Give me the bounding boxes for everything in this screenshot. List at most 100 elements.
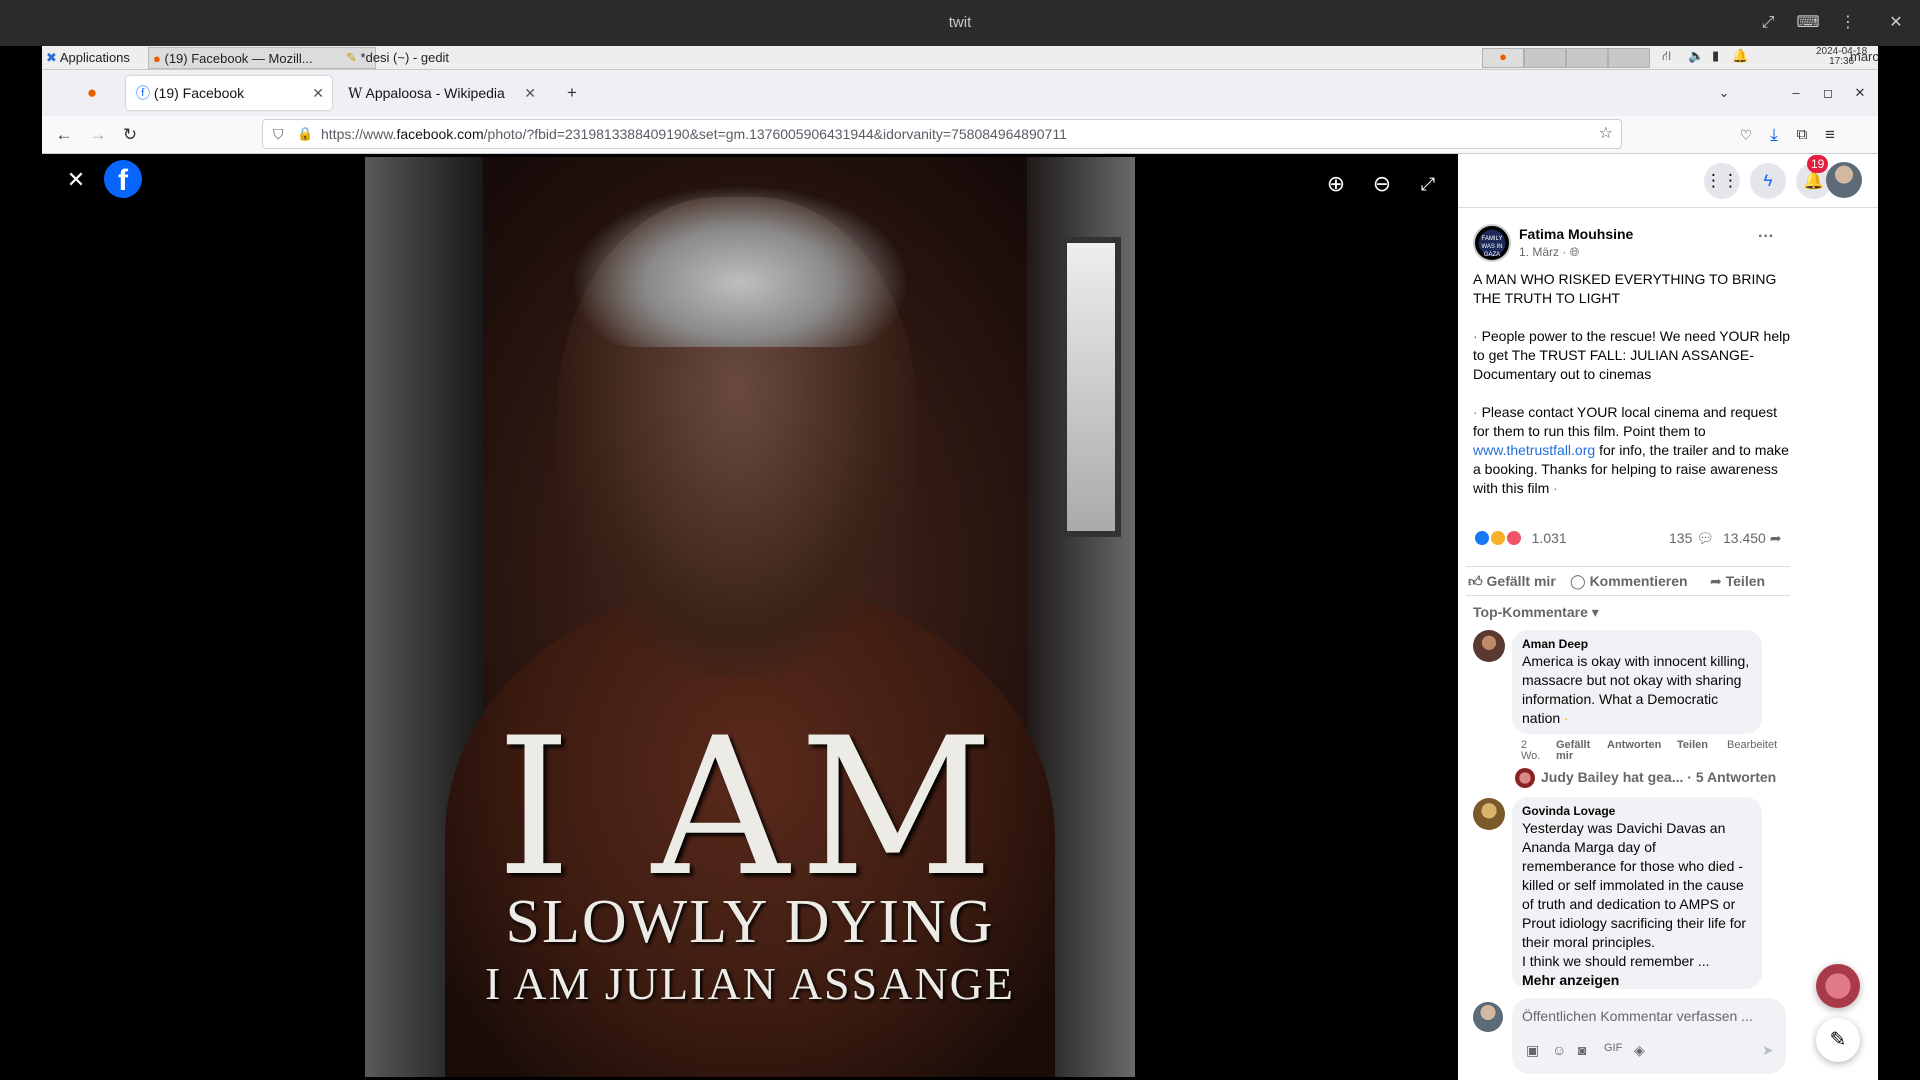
facebook-logo-icon[interactable]: f bbox=[104, 160, 142, 198]
poster-subtitle: SLOWLY DYING bbox=[505, 888, 995, 956]
post-author[interactable]: Fatima Mouhsine bbox=[1519, 226, 1633, 242]
menu-dots-icon[interactable]: ⋮ bbox=[1835, 10, 1861, 36]
post-date[interactable]: 1. März · 🌐︎ bbox=[1519, 245, 1579, 260]
app-menu-icon[interactable]: ≡ bbox=[1818, 123, 1842, 147]
messenger-icon[interactable]: ϟ bbox=[1750, 163, 1786, 199]
tab-wikipedia[interactable]: W Appaloosa - Wikipedia ✕ bbox=[338, 76, 544, 110]
comments-count[interactable]: 135 💬︎ bbox=[1669, 530, 1714, 547]
chat-head-avatar[interactable] bbox=[1816, 964, 1860, 1008]
sad-reaction-icon bbox=[1489, 530, 1506, 546]
tab-close-icon[interactable]: ✕ bbox=[524, 76, 536, 110]
url-path: /photo/?fbid=2319813388409190&set=gm.137… bbox=[483, 126, 1067, 142]
tab-label: (19) Facebook bbox=[153, 85, 245, 101]
workspace-4[interactable] bbox=[1608, 48, 1650, 68]
downloads-icon[interactable]: ⤓ bbox=[1762, 123, 1786, 147]
applications-menu[interactable]: ✖ Applications bbox=[42, 47, 138, 69]
volume-icon[interactable]: 🔈 bbox=[1688, 48, 1704, 64]
post-actions: 👍︎ Gefällt mir ◯ Kommentieren ➦ Teilen bbox=[1466, 566, 1790, 596]
post-paragraph: A MAN WHO RISKED EVERYTHING TO BRING THE… bbox=[1473, 271, 1777, 306]
comment-author[interactable]: Aman Deep bbox=[1522, 636, 1752, 652]
shares-count[interactable]: 13.450 ➦ bbox=[1723, 530, 1781, 547]
share-label: Teilen bbox=[1725, 573, 1766, 589]
network-icon[interactable]: ⛙ bbox=[1662, 48, 1671, 66]
comment-text: I think we should remember ... bbox=[1522, 953, 1710, 969]
emoji-icon: · bbox=[1564, 710, 1569, 726]
comment-share-button[interactable]: Teilen bbox=[1677, 740, 1708, 751]
sticker-icon[interactable]: ◈ bbox=[1634, 1042, 1645, 1059]
tab-close-icon[interactable]: ✕ bbox=[312, 76, 324, 110]
share-arrow-icon: ➦ bbox=[1769, 530, 1782, 546]
taskbar-item-gedit[interactable]: ✎ *desi (~) - gedit bbox=[342, 47, 570, 69]
comment-sort-dropdown[interactable]: Top-Kommentare ▾ bbox=[1473, 604, 1599, 621]
battery-icon[interactable]: ▮ bbox=[1712, 48, 1719, 64]
camera-icon[interactable]: ◙ bbox=[1578, 1042, 1586, 1058]
forward-icon[interactable]: → bbox=[86, 123, 110, 147]
comment-composer[interactable]: Öffentlichen Kommentar verfassen ... ▣ ☺… bbox=[1512, 998, 1786, 1074]
replies-link[interactable]: Judy Bailey hat gea... · 5 Antworten bbox=[1541, 769, 1776, 785]
post-paragraph: · People power to the rescue! We need YO… bbox=[1473, 327, 1793, 384]
keyboard-icon[interactable]: ⌨ bbox=[1795, 10, 1821, 36]
menu-grid-icon[interactable]: ⋮⋮ bbox=[1704, 163, 1740, 199]
commenter-avatar[interactable] bbox=[1473, 630, 1505, 662]
fullscreen-icon[interactable]: ⤢ bbox=[1412, 168, 1444, 200]
close-icon[interactable]: ✕ bbox=[1883, 10, 1909, 36]
comment-text: Yesterday was Davichi Davas an Ananda Ma… bbox=[1522, 820, 1747, 950]
comment-input[interactable]: Öffentlichen Kommentar verfassen ... bbox=[1522, 1008, 1753, 1024]
list-all-tabs-icon[interactable]: ⌄ bbox=[1712, 81, 1736, 105]
reload-icon[interactable]: ↻ bbox=[118, 123, 142, 147]
window-close-icon[interactable]: ✕ bbox=[1848, 81, 1872, 105]
user-name[interactable]: marc bbox=[1850, 49, 1879, 64]
shares-count-text: 13.450 bbox=[1723, 530, 1766, 546]
avatar-sticker-icon[interactable]: ▣ bbox=[1526, 1042, 1539, 1059]
more-options-icon[interactable]: ··· bbox=[1758, 228, 1774, 246]
post-link[interactable]: www.thetrustfall.org bbox=[1473, 442, 1595, 458]
emoji-icon[interactable]: ☺ bbox=[1552, 1042, 1566, 1058]
author-avatar[interactable]: FAMILY WAS IN GAZA bbox=[1473, 224, 1511, 262]
extensions-icon[interactable]: ⧉ bbox=[1790, 123, 1814, 147]
workspace-2[interactable] bbox=[1524, 48, 1566, 68]
poster-subtitle-2: I AM JULIAN ASSANGE bbox=[485, 958, 1015, 1009]
sort-label: Top-Kommentare bbox=[1473, 604, 1588, 620]
comment-reply-button[interactable]: Antworten bbox=[1607, 740, 1661, 751]
composer-avatar bbox=[1473, 1002, 1503, 1032]
url-bar[interactable]: ⛉ 🔒 https://www.facebook.com/photo/?fbid… bbox=[262, 119, 1622, 149]
photo-image[interactable]: I AM SLOWLY DYING I AM JULIAN ASSANGE bbox=[365, 157, 1135, 1077]
applications-label: Applications bbox=[59, 50, 130, 65]
account-avatar[interactable] bbox=[1826, 162, 1862, 198]
comment-bubble-icon: 💬︎ bbox=[1696, 530, 1715, 546]
comment-author[interactable]: Govinda Lovage bbox=[1522, 803, 1752, 819]
commenter-avatar[interactable] bbox=[1473, 798, 1505, 830]
fullscreen-icon[interactable]: ⤢ bbox=[1755, 10, 1781, 36]
firefox-view-icon[interactable]: ● bbox=[80, 81, 104, 105]
reactions-summary[interactable]: 1.031 bbox=[1474, 530, 1567, 546]
xfce-logo-icon: ✖ bbox=[46, 50, 57, 65]
tab-facebook[interactable]: ⓕ (19) Facebook ✕ bbox=[126, 76, 332, 110]
bell-icon[interactable]: 🔔 bbox=[1732, 48, 1748, 64]
comment-time[interactable]: 2 Wo. bbox=[1521, 740, 1543, 762]
lock-icon[interactable]: 🔒 bbox=[297, 120, 313, 148]
new-tab-icon[interactable]: + bbox=[560, 81, 584, 105]
new-message-icon[interactable]: ✎ bbox=[1816, 1018, 1860, 1062]
send-icon[interactable]: ➤ bbox=[1762, 1042, 1774, 1059]
post-paragraph-text: People power to the rescue! We need YOUR… bbox=[1473, 328, 1791, 382]
workspace-3[interactable] bbox=[1566, 48, 1608, 68]
bookmark-star-icon[interactable]: ☆ bbox=[1599, 120, 1613, 148]
pocket-icon[interactable]: ♡ bbox=[1734, 123, 1758, 147]
workspace-1[interactable]: ● bbox=[1482, 48, 1524, 68]
share-button[interactable]: ➦ Teilen bbox=[1710, 573, 1765, 590]
minimize-icon[interactable]: – bbox=[1784, 81, 1808, 105]
zoom-out-icon[interactable]: ⊖ bbox=[1366, 168, 1398, 200]
like-label: Gefällt mir bbox=[1486, 573, 1556, 589]
comment-button[interactable]: ◯ Kommentieren bbox=[1570, 573, 1688, 590]
back-icon[interactable]: ← bbox=[52, 123, 76, 147]
maximize-icon[interactable]: ◻ bbox=[1816, 81, 1840, 105]
emoji-icon: · bbox=[1553, 480, 1558, 496]
like-button[interactable]: 👍︎ Gefällt mir bbox=[1468, 573, 1556, 590]
tracking-protection-icon[interactable]: ⛉ bbox=[273, 120, 284, 148]
comment-like-button[interactable]: Gefällt mir bbox=[1556, 740, 1596, 762]
zoom-in-icon[interactable]: ⊕ bbox=[1320, 168, 1352, 200]
close-viewer-icon[interactable]: ✕ bbox=[60, 164, 92, 196]
care-reaction-icon bbox=[1505, 530, 1522, 546]
see-more-link[interactable]: Mehr anzeigen bbox=[1522, 972, 1619, 988]
gif-icon[interactable]: GIF bbox=[1604, 1042, 1622, 1054]
